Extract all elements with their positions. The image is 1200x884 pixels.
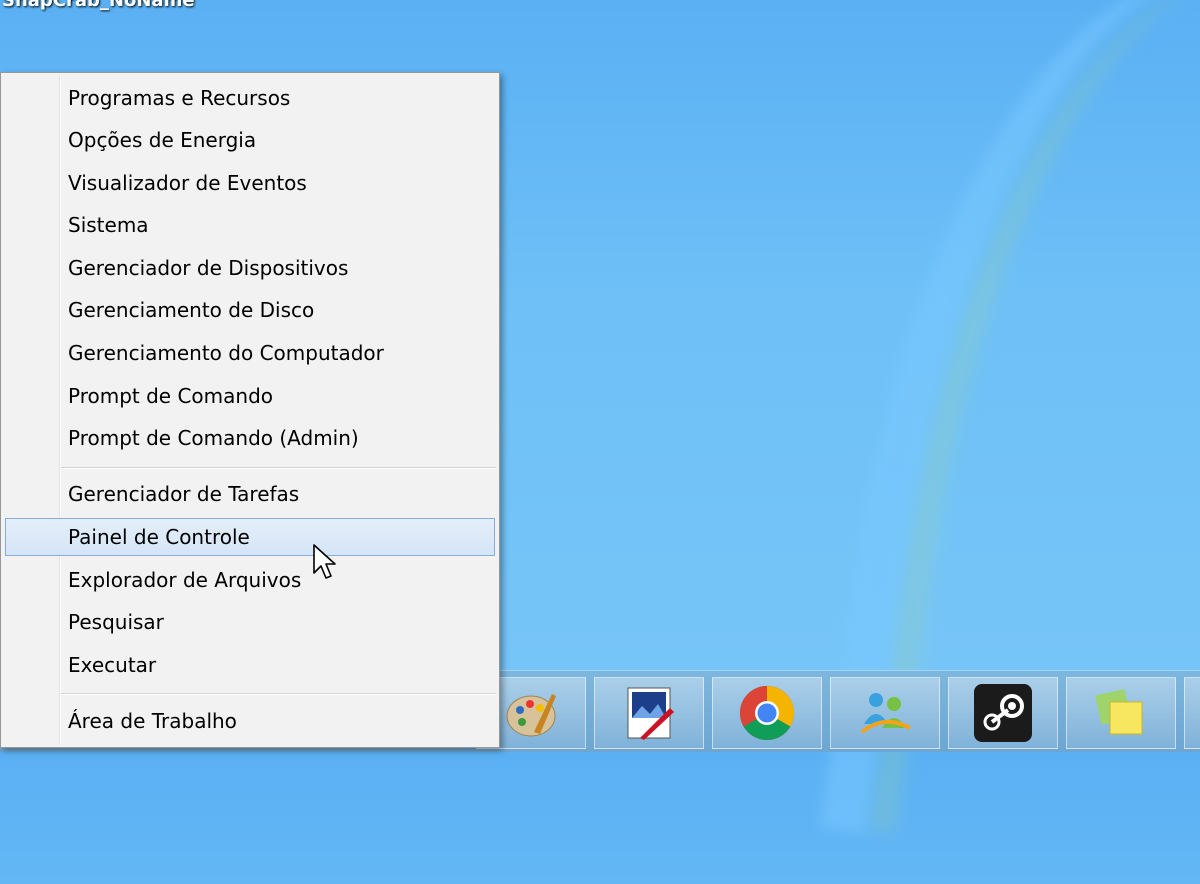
menu-item-sistema[interactable]: Sistema — [5, 206, 495, 244]
menu-item-gerenciamento-do-computador[interactable]: Gerenciamento do Computador — [5, 334, 495, 372]
paint-icon — [506, 694, 556, 737]
chrome-icon — [739, 686, 795, 741]
media-editor-icon — [627, 687, 674, 740]
taskbar-button-sticky-notes[interactable] — [1066, 677, 1176, 749]
menu-separator — [61, 693, 496, 695]
menu-item-explorador-de-arquivos[interactable]: Explorador de Arquivos — [5, 561, 495, 599]
menu-item-gerenciamento-de-disco[interactable]: Gerenciamento de Disco — [5, 291, 495, 329]
taskbar-button-media-editor[interactable] — [594, 677, 704, 749]
taskbar-button-overflow[interactable] — [1184, 677, 1200, 749]
sticky-notes-icon — [1095, 689, 1143, 735]
menu-item-gerenciador-de-tarefas[interactable]: Gerenciador de Tarefas — [5, 475, 495, 513]
desktop-icon-label[interactable]: SnapCrab_NoName — [2, 0, 195, 11]
menu-separator — [61, 467, 496, 469]
steam-icon — [974, 684, 1032, 742]
winx-context-menu: Programas e Recursos Opções de Energia V… — [0, 72, 500, 748]
menu-item-pesquisar[interactable]: Pesquisar — [5, 603, 495, 641]
menu-item-opcoes-de-energia[interactable]: Opções de Energia — [5, 121, 495, 159]
menu-item-painel-de-controle[interactable]: Painel de Controle — [5, 518, 495, 556]
taskbar-button-messenger[interactable] — [830, 677, 940, 749]
menu-item-programas-e-recursos[interactable]: Programas e Recursos — [5, 79, 495, 117]
menu-item-prompt-de-comando-admin[interactable]: Prompt de Comando (Admin) — [5, 419, 495, 457]
menu-item-area-de-trabalho[interactable]: Área de Trabalho — [5, 702, 495, 740]
menu-item-prompt-de-comando[interactable]: Prompt de Comando — [5, 377, 495, 415]
menu-item-gerenciador-de-dispositivos[interactable]: Gerenciador de Dispositivos — [5, 249, 495, 287]
taskbar-button-steam[interactable] — [948, 677, 1058, 749]
messenger-icon — [860, 693, 911, 734]
taskbar-button-chrome[interactable] — [712, 677, 822, 749]
menu-item-visualizador-de-eventos[interactable]: Visualizador de Eventos — [5, 164, 495, 202]
menu-item-executar[interactable]: Executar — [5, 646, 495, 684]
mouse-cursor-icon — [313, 544, 336, 579]
